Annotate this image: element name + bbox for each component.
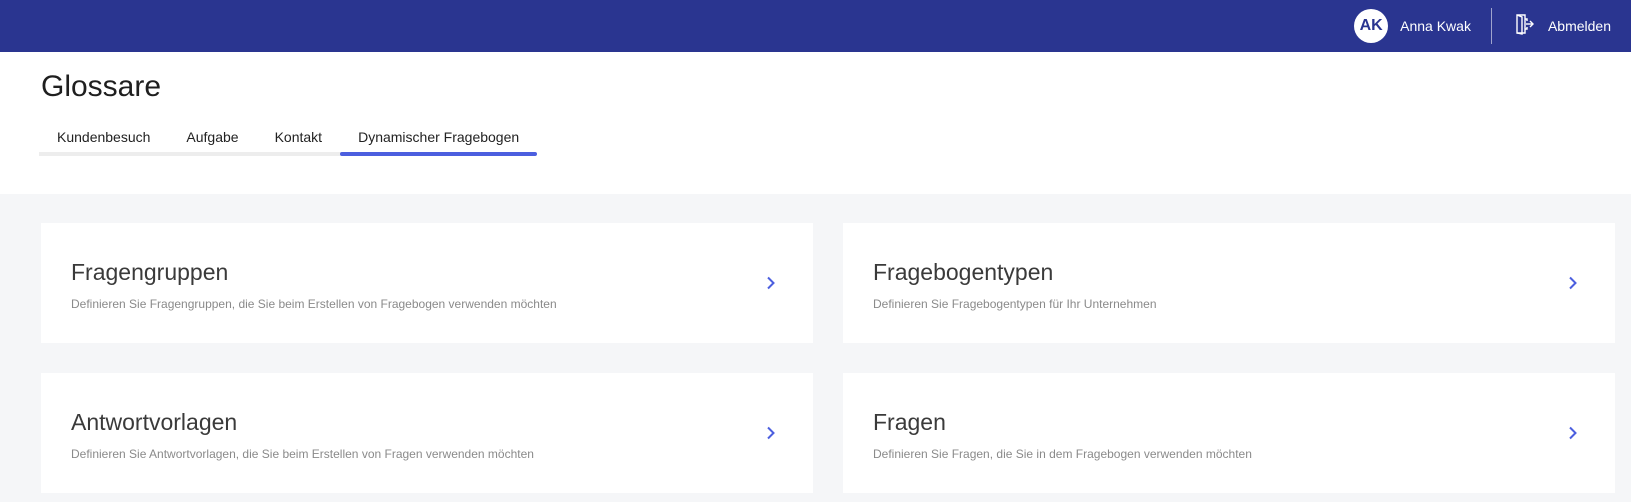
tab-label: Kontakt xyxy=(274,129,323,145)
card-antwortvorlagen[interactable]: Antwortvorlagen Definieren Sie Antwortvo… xyxy=(41,373,813,493)
topbar-divider xyxy=(1490,8,1492,44)
logout-label: Abmelden xyxy=(1547,18,1611,34)
top-bar: AK Anna Kwak Abmelden xyxy=(0,0,1631,52)
user-name: Anna Kwak xyxy=(1400,18,1471,34)
user-menu[interactable]: AK Anna Kwak xyxy=(1354,0,1471,52)
card-fragengruppen[interactable]: Fragengruppen Definieren Sie Fragengrupp… xyxy=(41,223,813,343)
chevron-right-icon xyxy=(1565,425,1581,441)
tab-aufgabe[interactable]: Aufgabe xyxy=(168,120,256,154)
avatar: AK xyxy=(1354,9,1389,43)
tab-kontakt[interactable]: Kontakt xyxy=(257,120,340,154)
chevron-right-icon xyxy=(763,275,779,291)
logout-icon xyxy=(1512,12,1536,41)
card-title: Antwortvorlagen xyxy=(71,409,238,435)
chevron-right-icon xyxy=(1565,275,1581,291)
tab-dynamischer-fragebogen[interactable]: Dynamischer Fragebogen xyxy=(340,120,538,156)
card-fragen[interactable]: Fragen Definieren Sie Fragen, die Sie in… xyxy=(843,373,1615,493)
card-fragebogentypen[interactable]: Fragebogentypen Definieren Sie Frageboge… xyxy=(843,223,1615,343)
tab-label: Dynamischer Fragebogen xyxy=(358,129,520,145)
card-description: Definieren Sie Fragengruppen, die Sie be… xyxy=(71,297,557,311)
chevron-right-icon xyxy=(763,425,779,441)
card-title: Fragebogentypen xyxy=(873,259,1054,285)
page-header: Glossare Kundenbesuch Aufgabe Kontakt Dy… xyxy=(0,52,1631,194)
tab-label: Aufgabe xyxy=(186,129,239,145)
card-title: Fragengruppen xyxy=(71,259,229,285)
card-description: Definieren Sie Fragebogentypen für Ihr U… xyxy=(873,297,1157,311)
card-description: Definieren Sie Antwortvorlagen, die Sie … xyxy=(71,447,534,461)
card-description: Definieren Sie Fragen, die Sie in dem Fr… xyxy=(873,447,1252,461)
logout-button[interactable]: Abmelden xyxy=(1512,12,1611,41)
tab-kundenbesuch[interactable]: Kundenbesuch xyxy=(39,120,168,154)
card-title: Fragen xyxy=(873,409,946,435)
content-area: Fragengruppen Definieren Sie Fragengrupp… xyxy=(0,194,1631,502)
page-title: Glossare xyxy=(41,70,162,103)
tab-label: Kundenbesuch xyxy=(57,129,151,145)
tab-bar: Kundenbesuch Aufgabe Kontakt Dynamischer… xyxy=(39,120,538,156)
